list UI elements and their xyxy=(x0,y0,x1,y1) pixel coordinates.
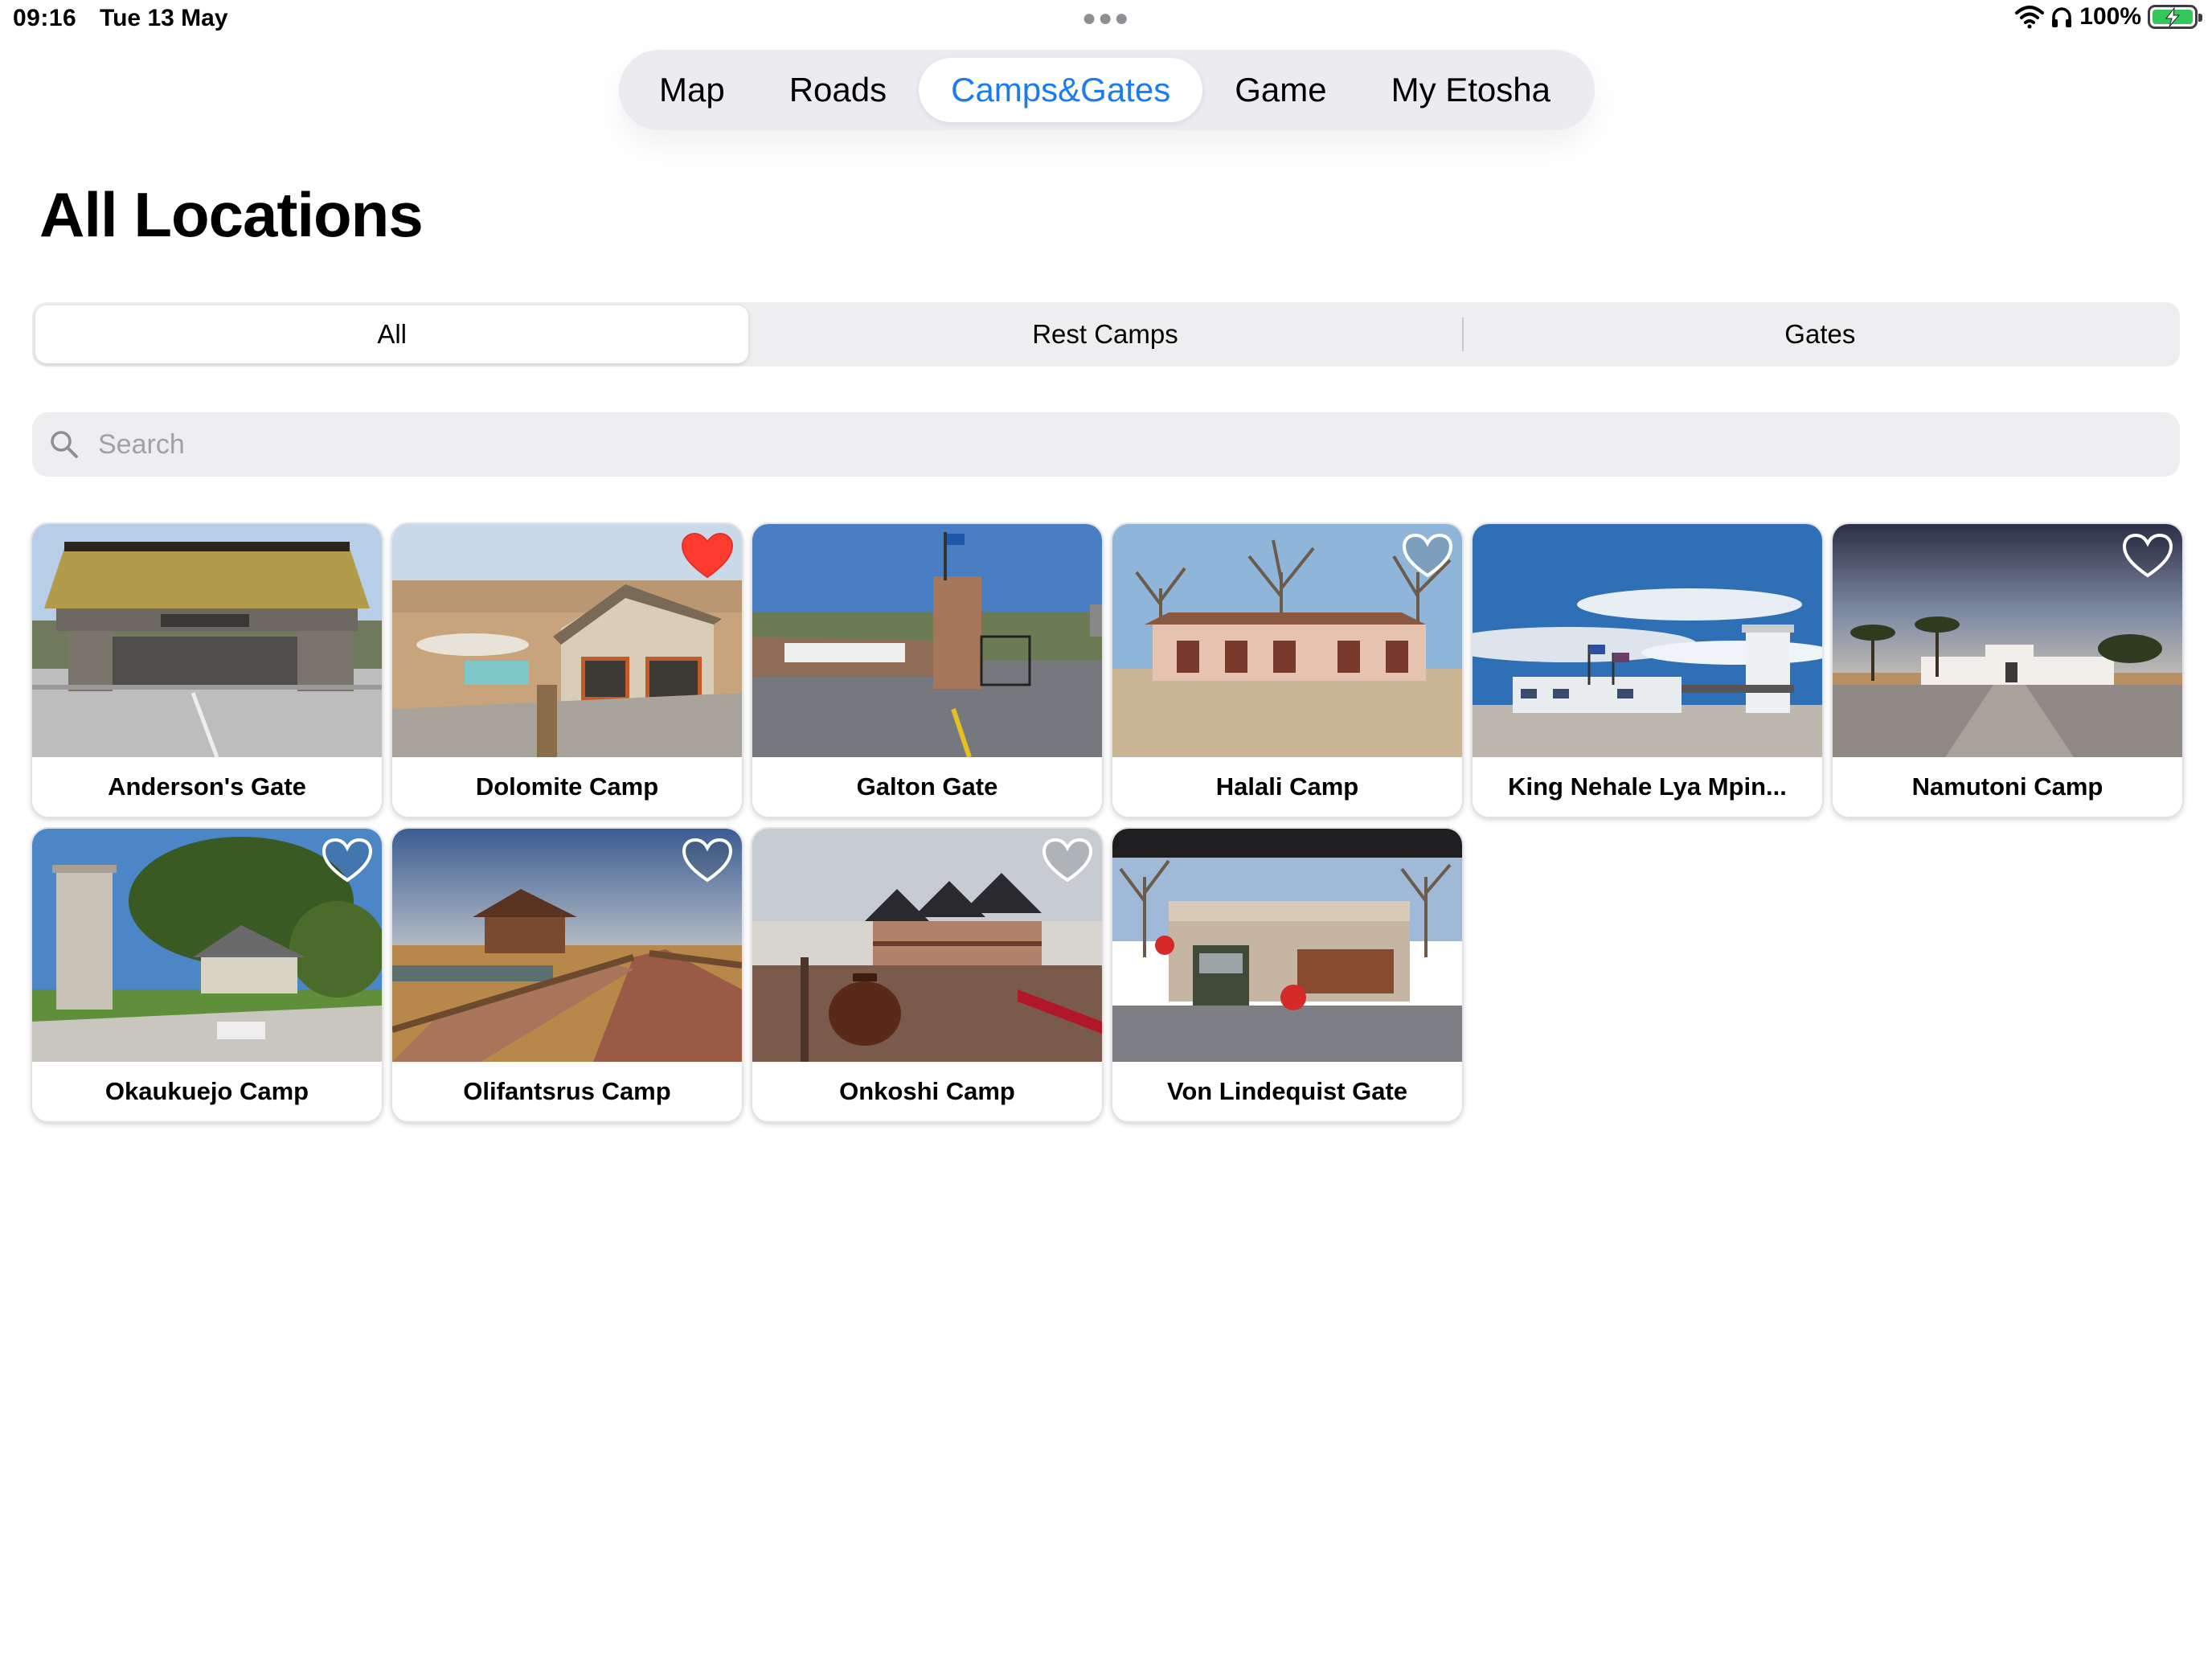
location-photo xyxy=(752,524,1102,757)
location-name: Onkoshi Camp xyxy=(839,1077,1015,1105)
segment-all[interactable]: All xyxy=(35,305,749,363)
location-card[interactable]: Galton Gate xyxy=(752,524,1102,817)
multitasking-dots-icon[interactable]: ●●● xyxy=(1082,5,1130,32)
tab-camps-gates[interactable]: Camps&Gates xyxy=(919,58,1203,122)
search-input[interactable] xyxy=(96,428,2180,461)
location-name: Anderson's Gate xyxy=(108,772,306,801)
favorite-heart-outline-icon[interactable] xyxy=(321,837,374,885)
tab-roads[interactable]: Roads xyxy=(757,58,919,122)
location-name: Dolomite Camp xyxy=(475,772,659,801)
tab-my-etosha[interactable]: My Etosha xyxy=(1359,58,1583,122)
location-card[interactable]: Onkoshi Camp xyxy=(752,829,1102,1121)
location-card[interactable]: Dolomite Camp xyxy=(392,524,742,817)
location-photo xyxy=(1473,524,1822,757)
location-name: Halali Camp xyxy=(1215,772,1359,801)
segment-rest-camps[interactable]: Rest Camps xyxy=(748,305,1461,363)
battery-percentage: 100% xyxy=(2079,3,2141,30)
location-type-filter: All Rest Camps Gates xyxy=(32,302,2180,367)
segment-gates[interactable]: Gates xyxy=(1464,305,2177,363)
tab-map[interactable]: Map xyxy=(627,58,757,122)
main-tab-bar: Map Roads Camps&Gates Game My Etosha xyxy=(619,50,1595,130)
tab-game[interactable]: Game xyxy=(1202,58,1358,122)
location-name: King Nehale Lya Mpin... xyxy=(1508,772,1787,801)
search-icon xyxy=(51,431,78,458)
wifi-icon xyxy=(2015,6,2045,29)
favorite-heart-outline-icon[interactable] xyxy=(1401,532,1454,580)
location-card[interactable]: Von Lindequist Gate xyxy=(1112,829,1462,1121)
location-photo xyxy=(32,524,382,757)
headphones-icon xyxy=(2052,7,2072,27)
location-name: Okaukuejo Camp xyxy=(104,1077,309,1105)
page-title: All Locations xyxy=(39,179,424,250)
favorite-heart-outline-icon[interactable] xyxy=(1041,837,1094,885)
location-card[interactable]: Okaukuejo Camp xyxy=(32,829,382,1121)
location-card[interactable]: Namutoni Camp xyxy=(1833,524,2182,817)
location-photo xyxy=(1112,829,1462,1062)
favorite-heart-outline-icon[interactable] xyxy=(681,837,734,885)
location-card[interactable]: Anderson's Gate xyxy=(32,524,382,817)
search-bar[interactable] xyxy=(32,412,2180,477)
location-card[interactable]: Halali Camp xyxy=(1112,524,1462,817)
status-indicators: 100% xyxy=(2015,3,2202,31)
status-date: Tue 13 May xyxy=(100,5,228,31)
location-name: Von Lindequist Gate xyxy=(1166,1077,1408,1105)
battery-charging-icon xyxy=(2148,5,2202,29)
status-time: 09:16 xyxy=(13,5,77,31)
location-card[interactable]: Olifantsrus Camp xyxy=(392,829,742,1121)
location-name: Olifantsrus Camp xyxy=(463,1077,671,1105)
locations-grid: Anderson's Gate Dolomite Camp Galton Gat… xyxy=(32,524,2182,1121)
favorite-heart-outline-icon[interactable] xyxy=(2121,532,2174,580)
favorite-heart-filled-icon[interactable] xyxy=(681,532,734,580)
location-name: Namutoni Camp xyxy=(1911,772,2103,801)
location-card[interactable]: King Nehale Lya Mpin... xyxy=(1473,524,1822,817)
location-name: Galton Gate xyxy=(856,772,998,801)
